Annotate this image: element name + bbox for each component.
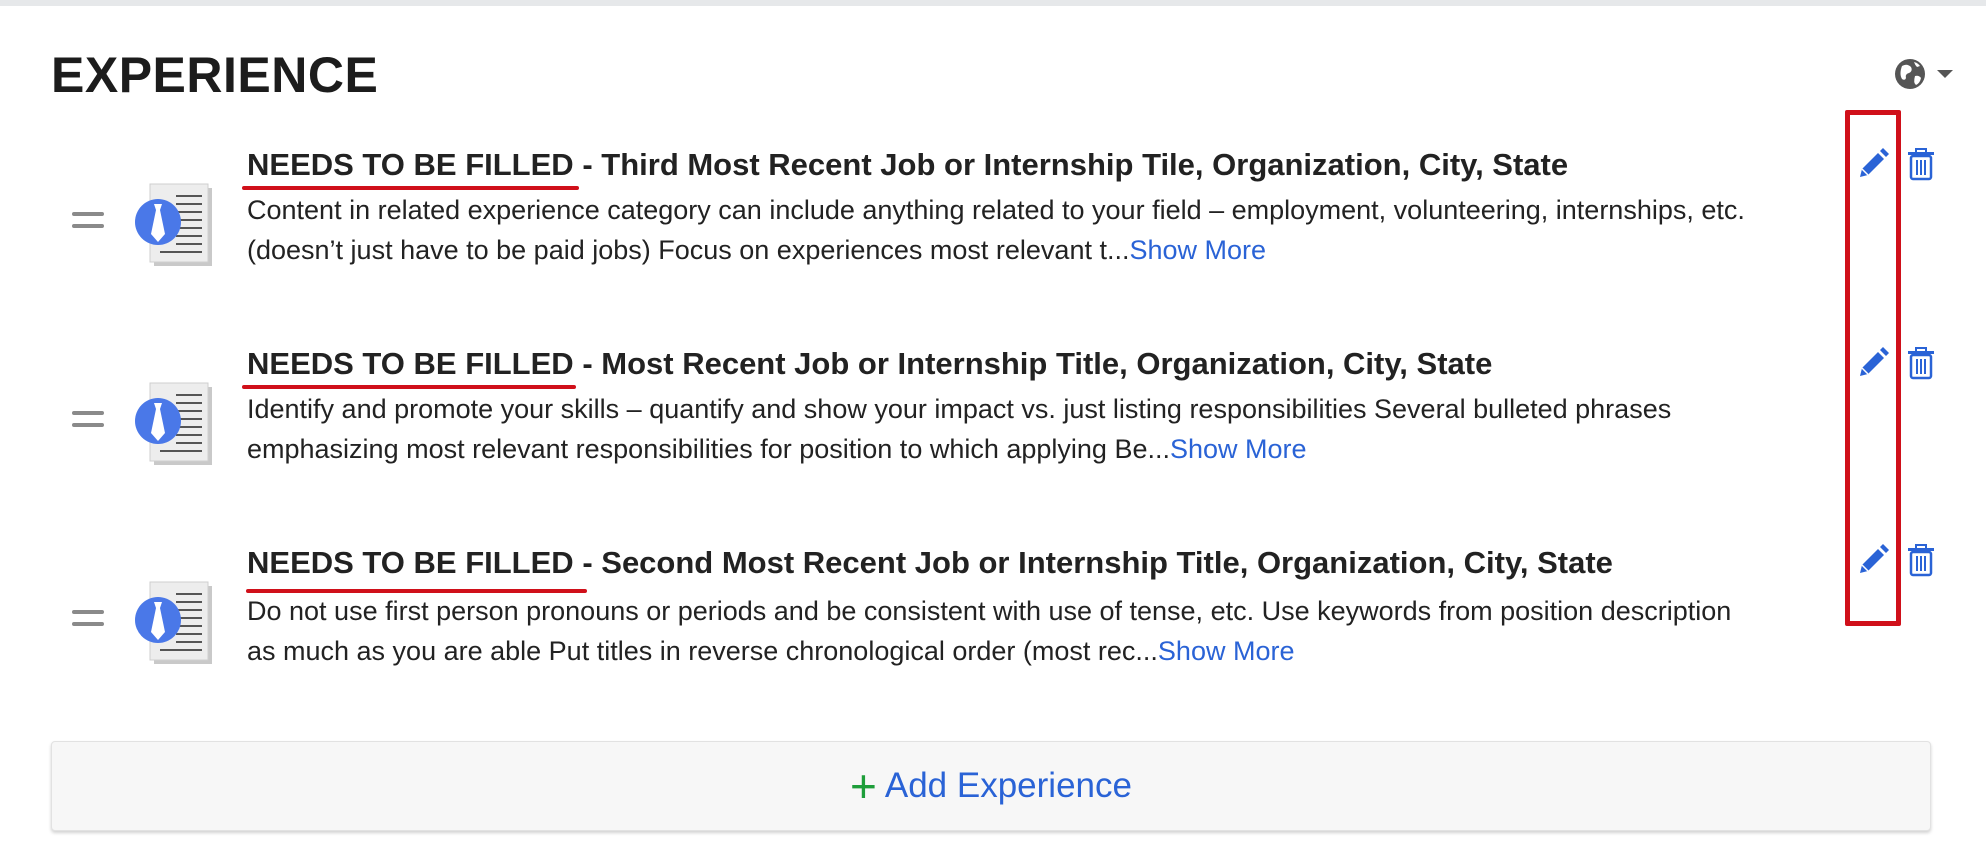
- entry-separator: -: [582, 147, 593, 182]
- experience-entry: NEEDS TO BE FILLED - Second Most Recent …: [0, 538, 1986, 688]
- entry-title[interactable]: NEEDS TO BE FILLED - Third Most Recent J…: [247, 147, 1568, 183]
- trash-icon[interactable]: [1904, 346, 1938, 380]
- experience-document-icon: [135, 183, 212, 266]
- entry-description: Content in related experience category c…: [247, 190, 1747, 270]
- experience-entry: NEEDS TO BE FILLED - Third Most Recent J…: [0, 140, 1986, 290]
- trash-icon[interactable]: [1904, 147, 1938, 181]
- entry-title[interactable]: NEEDS TO BE FILLED - Most Recent Job or …: [247, 346, 1492, 382]
- annotation-highlight-box: [1845, 110, 1901, 626]
- entry-description-text: Do not use first person pronouns or peri…: [247, 596, 1732, 666]
- drag-handle-icon[interactable]: [72, 610, 104, 632]
- visibility-dropdown[interactable]: [1892, 56, 1958, 92]
- drag-handle-icon[interactable]: [72, 411, 104, 433]
- show-more-link[interactable]: Show More: [1129, 235, 1266, 265]
- entry-status: NEEDS TO BE FILLED: [247, 346, 574, 381]
- entry-title[interactable]: NEEDS TO BE FILLED - Second Most Recent …: [247, 545, 1613, 581]
- experience-document-icon: [135, 382, 212, 465]
- entry-status: NEEDS TO BE FILLED: [247, 147, 574, 182]
- entry-separator: -: [582, 346, 593, 381]
- entry-title-text: Second Most Recent Job or Internship Tit…: [601, 545, 1613, 580]
- entry-separator: -: [582, 545, 593, 580]
- add-experience-label: Add Experience: [884, 766, 1132, 805]
- show-more-link[interactable]: Show More: [1158, 636, 1295, 666]
- section-title: EXPERIENCE: [51, 47, 379, 103]
- entry-description: Identify and promote your skills – quant…: [247, 389, 1747, 469]
- experience-entry: NEEDS TO BE FILLED - Most Recent Job or …: [0, 339, 1986, 489]
- entry-description: Do not use first person pronouns or peri…: [247, 591, 1747, 671]
- entry-title-text: Third Most Recent Job or Internship Tile…: [601, 147, 1569, 182]
- show-more-link[interactable]: Show More: [1170, 434, 1307, 464]
- entry-description-text: Content in related experience category c…: [247, 195, 1745, 265]
- entry-description-text: Identify and promote your skills – quant…: [247, 394, 1672, 464]
- add-experience-button[interactable]: + Add Experience: [51, 741, 1931, 831]
- caret-down-icon: [1937, 70, 1953, 78]
- plus-icon: +: [850, 760, 877, 812]
- entry-title-text: Most Recent Job or Internship Title, Org…: [601, 346, 1493, 381]
- drag-handle-icon[interactable]: [72, 212, 104, 234]
- experience-document-icon: [135, 581, 212, 664]
- trash-icon[interactable]: [1904, 543, 1938, 577]
- top-divider: [0, 0, 1986, 6]
- entry-status: NEEDS TO BE FILLED: [247, 545, 574, 580]
